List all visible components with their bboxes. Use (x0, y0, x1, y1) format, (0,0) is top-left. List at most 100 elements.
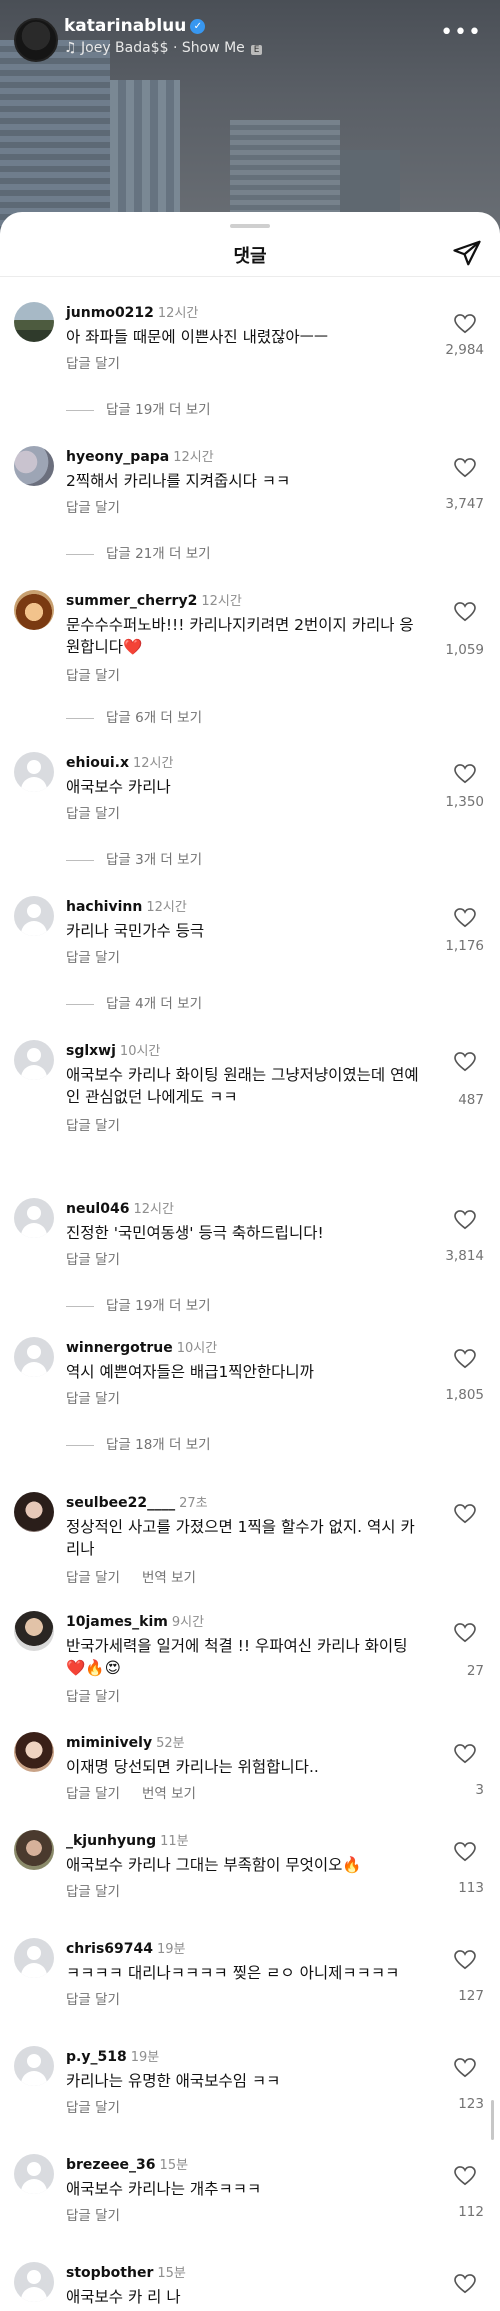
comment-text: 이재명 당선되면 카리나는 위험합니다.. (66, 1758, 319, 1776)
send-icon[interactable] (452, 238, 482, 268)
like-count: 2,984 (445, 342, 484, 358)
comment-username[interactable]: hachivinn (66, 899, 142, 915)
reply-button[interactable]: 답글 달기 (66, 806, 120, 822)
heart-icon[interactable] (454, 458, 476, 478)
like-count: 3,814 (445, 1248, 484, 1264)
comment-time: 19분 (130, 2050, 160, 2065)
translate-button[interactable]: 번역 보기 (142, 1786, 196, 1802)
heart-icon[interactable] (454, 1349, 476, 1369)
avatar[interactable] (14, 590, 54, 630)
reply-button[interactable]: 답글 달기 (66, 1884, 120, 1900)
avatar[interactable] (14, 1040, 54, 1080)
avatar[interactable] (14, 1611, 54, 1651)
reel-owner-avatar[interactable] (14, 18, 58, 62)
reply-button[interactable]: 답글 달기 (66, 1252, 120, 1268)
reply-button[interactable]: 답글 달기 (66, 668, 120, 684)
comment-username[interactable]: miminively (66, 1735, 152, 1751)
comment-text: ㅋㅋㅋㅋ 대리나ㅋㅋㅋㅋ 찢은 ㄹㅇ 아니제ㅋㅋㅋㅋ (66, 1964, 400, 1982)
avatar[interactable] (14, 302, 54, 342)
comment-time: 27초 (179, 1496, 208, 1511)
view-more-replies[interactable]: 답글 19개 더 보기 (66, 398, 211, 418)
comment-text: 진정한 '국민여동생' 등극 축하드립니다! (66, 1224, 324, 1242)
comment-time: 11분 (160, 1834, 189, 1849)
comment-username[interactable]: _kjunhyung (66, 1833, 156, 1849)
comment-username[interactable]: summer_cherry2 (66, 593, 197, 609)
comment-username[interactable]: neul046 (66, 1201, 129, 1217)
reply-button[interactable]: 답글 달기 (66, 1689, 120, 1705)
comment-username[interactable]: brezeee_36 (66, 2157, 156, 2173)
avatar[interactable] (14, 1732, 54, 1772)
like-count: 1,350 (445, 794, 484, 810)
comment-username[interactable]: seulbee22____ (66, 1495, 175, 1511)
reply-button[interactable]: 답글 달기 (66, 1786, 120, 1802)
like-count: 3,747 (445, 496, 484, 512)
reply-button[interactable]: 답글 달기 (66, 1118, 120, 1134)
avatar[interactable] (14, 1492, 54, 1532)
heart-icon[interactable] (454, 1623, 476, 1643)
scrollbar[interactable] (491, 2100, 494, 2140)
heart-icon[interactable] (454, 1950, 476, 1970)
comment-time: 52분 (156, 1736, 185, 1751)
comments-sheet: 댓글 junmo0212 12시간 아 좌파들 때문에 이쁜사진 내렸잖아ㅡㅡ 답… (0, 212, 500, 2311)
view-more-replies[interactable]: 답글 4개 더 보기 (66, 992, 202, 1012)
heart-icon[interactable] (454, 314, 476, 334)
reply-button[interactable]: 답글 달기 (66, 950, 120, 966)
avatar[interactable] (14, 1337, 54, 1377)
reply-button[interactable]: 답글 달기 (66, 2100, 120, 2116)
avatar[interactable] (14, 1830, 54, 1870)
like-count: 127 (458, 1988, 484, 2004)
heart-icon[interactable] (454, 2166, 476, 2186)
view-more-replies[interactable]: 답글 3개 더 보기 (66, 848, 202, 868)
reply-button[interactable]: 답글 달기 (66, 2208, 120, 2224)
reply-button[interactable]: 답글 달기 (66, 1391, 120, 1407)
avatar[interactable] (14, 1938, 54, 1978)
avatar[interactable] (14, 446, 54, 486)
avatar[interactable] (14, 896, 54, 936)
heart-icon[interactable] (454, 1842, 476, 1862)
comment-username[interactable]: stopbother (66, 2265, 153, 2281)
comment-username[interactable]: 10james_kim (66, 1614, 168, 1630)
avatar[interactable] (14, 2046, 54, 2086)
reply-button[interactable]: 답글 달기 (66, 500, 120, 516)
heart-icon[interactable] (454, 2058, 476, 2078)
avatar[interactable] (14, 752, 54, 792)
comment-username[interactable]: junmo0212 (66, 305, 154, 321)
music-note-icon: ♫ (64, 40, 77, 56)
view-more-replies[interactable]: 답글 19개 더 보기 (66, 1294, 211, 1314)
comment-username[interactable]: winnergotrue (66, 1340, 173, 1356)
drag-handle[interactable] (230, 224, 270, 228)
heart-icon[interactable] (454, 1052, 476, 1072)
heart-icon[interactable] (454, 1744, 476, 1764)
heart-icon[interactable] (454, 2274, 476, 2294)
comment-text: 2찍해서 카리나를 지켜줍시다 ㅋㅋ (66, 472, 291, 490)
view-more-replies[interactable]: 답글 6개 더 보기 (66, 706, 202, 726)
avatar[interactable] (14, 2154, 54, 2194)
view-more-replies[interactable]: 답글 21개 더 보기 (66, 542, 211, 562)
reel-song[interactable]: ♫ Joey Bada$$ · Show Me E (64, 40, 263, 56)
avatar[interactable] (14, 1198, 54, 1238)
comment-time: 9시간 (171, 1615, 205, 1630)
comment-username[interactable]: ehioui.x (66, 755, 129, 771)
view-more-replies[interactable]: 답글 18개 더 보기 (66, 1433, 211, 1453)
comment-username[interactable]: sglxwj (66, 1043, 116, 1059)
comment-text: 애국보수 카리나 화이팅 원래는 그냥저냥이였는데 연예인 관심없던 나에게도 … (66, 1066, 419, 1106)
more-options-icon[interactable]: ••• (440, 20, 482, 45)
heart-icon[interactable] (454, 908, 476, 928)
comment-username[interactable]: chris69744 (66, 1941, 153, 1957)
heart-icon[interactable] (454, 1504, 476, 1524)
heart-icon[interactable] (454, 1210, 476, 1230)
reel-owner-username[interactable]: katarinabluu ✓ (64, 16, 206, 36)
translate-button[interactable]: 번역 보기 (142, 1570, 196, 1586)
heart-icon[interactable] (454, 602, 476, 622)
reply-button[interactable]: 답글 달기 (66, 1992, 120, 2008)
comment-username[interactable]: hyeony_papa (66, 449, 169, 465)
reply-button[interactable]: 답글 달기 (66, 356, 120, 372)
comment-text: 정상적인 사고를 가졌으면 1찍을 할수가 없지. 역시 카리나 (66, 1518, 415, 1558)
reply-button[interactable]: 답글 달기 (66, 1570, 120, 1586)
comment-time: 12시간 (133, 756, 174, 771)
comment-username[interactable]: p.y_518 (66, 2049, 127, 2065)
comment-text: 문수수수퍼노바!!! 카리나지키려면 2번이지 카리나 응원합니다❤️ (66, 616, 414, 656)
avatar[interactable] (14, 2262, 54, 2302)
comment-time: 19분 (157, 1942, 186, 1957)
heart-icon[interactable] (454, 764, 476, 784)
